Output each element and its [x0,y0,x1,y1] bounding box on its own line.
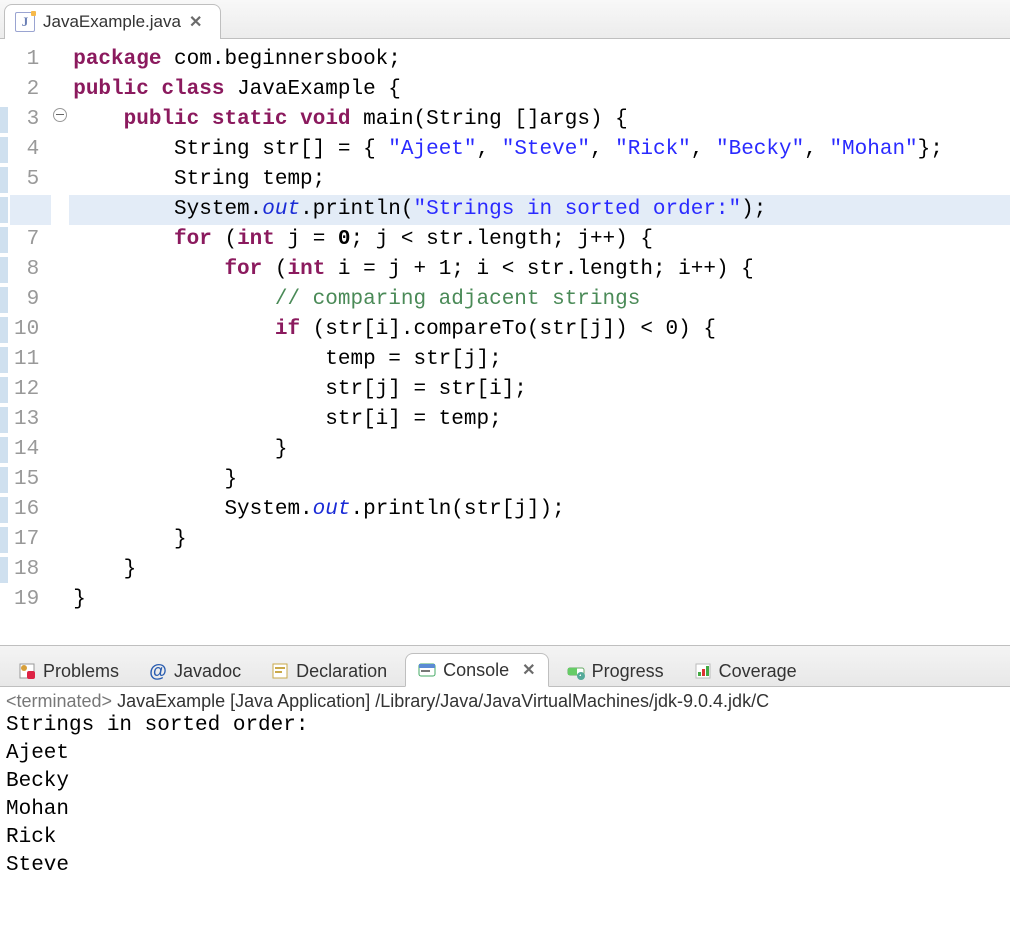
console-output[interactable]: Strings in sorted order: Ajeet Becky Moh… [0,712,1010,886]
code-line[interactable]: for (int i = j + 1; i < str.length; i++)… [73,255,943,285]
line-number: 11 [14,345,39,375]
change-marker-icon [0,197,8,223]
line-number: 1 [14,45,39,75]
change-marker-icon [0,287,8,313]
code-area[interactable]: package com.beginnersbook;public class J… [69,39,951,645]
editor-tab-bar: J JavaExample.java ✕ [0,0,1010,39]
code-line[interactable]: for (int j = 0; j < str.length; j++) { [73,225,943,255]
line-number-gutter: 12345678910111213141516171819 [10,39,51,645]
view-tab-label: Console [443,660,509,681]
line-number: 15 [14,465,39,495]
code-line[interactable]: } [73,585,943,615]
change-marker-icon [0,377,8,403]
console-status-line: <terminated> JavaExample [Java Applicati… [0,687,1010,712]
terminated-label: <terminated> [6,691,112,711]
change-marker-icon [0,437,8,463]
code-line[interactable]: String str[] = { "Ajeet", "Steve", "Rick… [73,135,943,165]
fold-column [51,39,69,645]
change-marker-icon [0,407,8,433]
code-line[interactable]: } [73,435,943,465]
change-marker-icon [0,317,8,343]
line-number: 13 [14,405,39,435]
change-marker-icon [0,227,8,253]
view-tab-label: Javadoc [174,661,241,682]
code-line[interactable]: str[i] = temp; [73,405,943,435]
view-tab-console[interactable]: Console ✕ [405,653,548,687]
view-tab-coverage[interactable]: Coverage [682,655,809,687]
line-number: 19 [14,585,39,615]
change-marker-icon [0,557,8,583]
line-number: 5 [14,165,39,195]
change-marker-icon [0,527,8,553]
view-tab-label: Problems [43,661,119,682]
code-line[interactable]: String temp; [73,165,943,195]
problems-icon [18,662,36,680]
line-number: 8 [14,255,39,285]
declaration-icon [271,662,289,680]
progress-icon [567,662,585,680]
line-number: 12 [14,375,39,405]
close-icon[interactable]: ✕ [189,12,202,32]
view-tab-bar: Problems @ Javadoc Declaration Console ✕ Progr… [0,646,1010,687]
editor-tab-filename: JavaExample.java [43,12,181,32]
view-tab-javadoc[interactable]: @ Javadoc [137,655,253,687]
code-line[interactable]: } [73,555,943,585]
code-editor[interactable]: 12345678910111213141516171819 package co… [0,39,1010,645]
line-number: 3 [14,105,39,135]
line-number: 17 [14,525,39,555]
code-line[interactable]: System.out.println(str[j]); [73,495,943,525]
line-number: 10 [14,315,39,345]
view-tab-label: Coverage [719,661,797,682]
code-line[interactable]: str[j] = str[i]; [73,375,943,405]
code-line[interactable]: public static void main(String []args) { [73,105,943,135]
line-number: 7 [14,225,39,255]
line-number: 18 [14,555,39,585]
line-number: 4 [14,135,39,165]
marker-strip [0,39,10,645]
change-marker-icon [0,167,8,193]
code-line[interactable]: System.out.println("Strings in sorted or… [73,195,943,225]
change-marker-icon [0,137,8,163]
line-number: 9 [14,285,39,315]
code-line[interactable]: if (str[i].compareTo(str[j]) < 0) { [73,315,943,345]
line-number: 14 [14,435,39,465]
change-marker-icon [0,347,8,373]
view-tab-label: Progress [592,661,664,682]
code-line[interactable]: } [73,465,943,495]
line-number: 2 [14,75,39,105]
change-marker-icon [0,107,8,133]
change-marker-icon [0,467,8,493]
code-line[interactable]: // comparing adjacent strings [73,285,943,315]
bottom-panel: Problems @ Javadoc Declaration Console ✕ Progr… [0,645,1010,936]
change-marker-icon [0,497,8,523]
console-icon [418,661,436,679]
view-tab-problems[interactable]: Problems [6,655,131,687]
change-marker-icon [0,257,8,283]
view-tab-declaration[interactable]: Declaration [259,655,399,687]
coverage-icon [694,662,712,680]
view-tab-progress[interactable]: Progress [555,655,676,687]
view-tab-label: Declaration [296,661,387,682]
code-line[interactable]: package com.beginnersbook; [73,45,943,75]
close-icon[interactable]: ✕ [522,660,535,680]
code-line[interactable]: } [73,525,943,555]
launch-config-label: JavaExample [Java Application] /Library/… [112,691,769,711]
javadoc-icon: @ [149,662,167,680]
code-line[interactable]: public class JavaExample { [73,75,943,105]
code-line[interactable]: temp = str[j]; [73,345,943,375]
editor-tab-javaexample[interactable]: J JavaExample.java ✕ [4,4,221,39]
java-file-icon: J [15,12,35,32]
line-number: 16 [14,495,39,525]
fold-toggle-icon[interactable] [53,108,67,122]
